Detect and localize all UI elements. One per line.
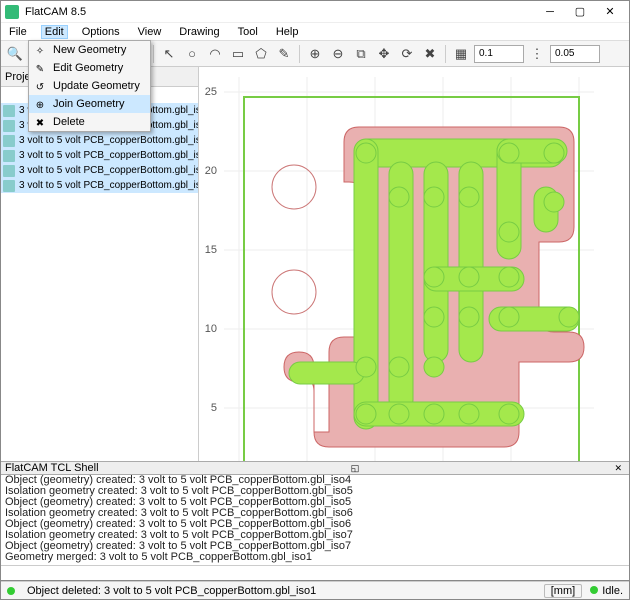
svg-text:10: 10 (205, 323, 217, 335)
menu-item-icon: ⊕ (33, 98, 47, 112)
snap-y-icon[interactable]: ⋮ (527, 44, 547, 64)
tree-item[interactable]: 3 volt to 5 volt PCB_copperBottom.gbl_is… (1, 133, 198, 148)
titlebar: FlatCAM 8.5 ─ ▢ ✕ (1, 1, 629, 23)
menu-item-icon: ✎ (33, 62, 47, 76)
menu-edit[interactable]: Edit (41, 25, 68, 39)
geometry-icon (3, 165, 15, 177)
grid-y-field[interactable] (550, 45, 600, 63)
geometry-icon (3, 135, 15, 147)
status-message: Object deleted: 3 volt to 5 volt PCB_cop… (27, 585, 316, 597)
edit-menu-dropdown: ✧New Geometry✎Edit Geometry↺Update Geome… (28, 40, 151, 132)
separator (445, 45, 446, 63)
geometry-icon (3, 120, 15, 132)
menu-item-edit-geometry[interactable]: ✎Edit Geometry (29, 59, 150, 77)
rotate-icon[interactable]: ⟳ (397, 44, 417, 64)
pointer-icon[interactable]: ↖ (159, 44, 179, 64)
shell-line: Geometry merged: 3 volt to 5 volt PCB_co… (5, 552, 625, 563)
menu-drawing[interactable]: Drawing (175, 25, 223, 39)
menu-file[interactable]: File (5, 25, 31, 39)
poly-icon[interactable]: ⬠ (251, 44, 271, 64)
circle-icon[interactable]: ○ (182, 44, 202, 64)
minimize-button[interactable]: ─ (535, 3, 565, 21)
svg-text:25: 25 (205, 86, 217, 98)
geometry-icon (3, 105, 15, 117)
copy-icon[interactable]: ⧉ (351, 44, 371, 64)
tcl-shell-output[interactable]: Object (geometry) created: 3 volt to 5 v… (1, 475, 629, 565)
status-units: [mm] (544, 584, 582, 598)
pcb-canvas[interactable]: 0510152025 0510152025 (199, 67, 629, 461)
svg-text:5: 5 (211, 402, 217, 414)
snap-icon[interactable]: ▦ (451, 44, 471, 64)
geometry-icon (3, 150, 15, 162)
subtract-icon[interactable]: ⊖ (328, 44, 348, 64)
app-icon (5, 5, 19, 19)
statusbar: Object deleted: 3 volt to 5 volt PCB_cop… (1, 581, 629, 599)
menu-item-join-geometry[interactable]: ⊕Join Geometry (29, 95, 150, 113)
zoom-tool-icon[interactable]: 🔍 (5, 44, 25, 64)
project-tree[interactable]: m.gbl 3 volt to 5 volt PCB_copperBottom.… (1, 87, 198, 461)
shell-float-icon[interactable]: ◱ (348, 463, 363, 474)
geometry-icon (3, 180, 15, 192)
menu-item-icon: ✖ (33, 116, 47, 130)
menu-item-delete[interactable]: ✖Delete (29, 113, 150, 131)
path-icon[interactable]: ✎ (274, 44, 294, 64)
menu-view[interactable]: View (134, 25, 166, 39)
delete-icon[interactable]: ✖ (420, 44, 440, 64)
project-tab[interactable]: Proje (5, 71, 31, 83)
maximize-button[interactable]: ▢ (565, 3, 595, 21)
rect-icon[interactable]: ▭ (228, 44, 248, 64)
shell-titlebar: FlatCAM TCL Shell ◱ ✕ (1, 461, 629, 475)
svg-text:20: 20 (205, 165, 217, 177)
status-idle-icon (590, 586, 598, 594)
tree-item[interactable]: 3 volt to 5 volt PCB_copperBottom.gbl_is… (1, 148, 198, 163)
menu-item-update-geometry[interactable]: ↺Update Geometry (29, 77, 150, 95)
pcb-render: 0510152025 0510152025 (199, 67, 629, 461)
close-button[interactable]: ✕ (595, 3, 625, 21)
menu-item-icon: ↺ (33, 80, 47, 94)
status-idle: Idle. (602, 585, 623, 597)
menu-tool[interactable]: Tool (234, 25, 262, 39)
separator (153, 45, 154, 63)
separator (299, 45, 300, 63)
menu-help[interactable]: Help (272, 25, 303, 39)
window-title: FlatCAM 8.5 (25, 6, 535, 18)
menu-item-new-geometry[interactable]: ✧New Geometry (29, 41, 150, 59)
menu-item-icon: ✧ (33, 44, 47, 58)
svg-text:15: 15 (205, 244, 217, 256)
tree-item[interactable]: 3 volt to 5 volt PCB_copperBottom.gbl_is… (1, 163, 198, 178)
move-icon[interactable]: ✥ (374, 44, 394, 64)
shell-close-icon[interactable]: ✕ (611, 463, 625, 474)
shell-title: FlatCAM TCL Shell (5, 462, 99, 474)
tree-item[interactable]: 3 volt to 5 volt PCB_copperBottom.gbl_is… (1, 178, 198, 193)
grid-x-field[interactable] (474, 45, 524, 63)
menubar: File Edit Options View Drawing Tool Help (1, 23, 629, 41)
arc-icon[interactable]: ◠ (205, 44, 225, 64)
union-icon[interactable]: ⊕ (305, 44, 325, 64)
status-ok-icon (7, 587, 15, 595)
menu-options[interactable]: Options (78, 25, 124, 39)
tcl-shell-input[interactable] (1, 565, 629, 581)
